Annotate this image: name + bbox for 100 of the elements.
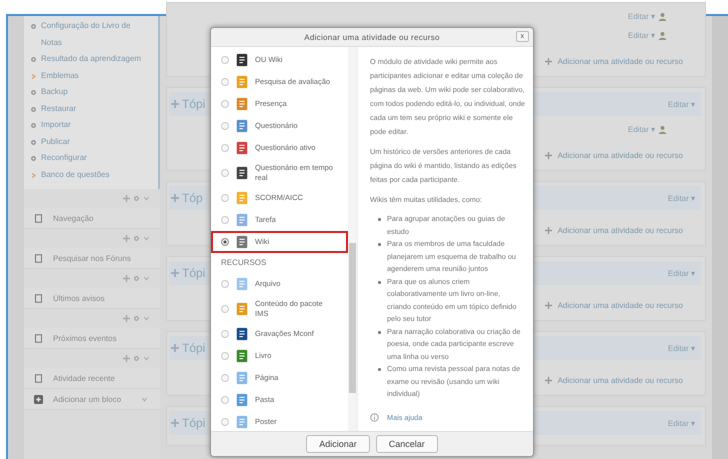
section-title: Tópi (182, 416, 206, 430)
radio-button[interactable] (221, 194, 229, 202)
move-icon[interactable] (123, 315, 130, 322)
module-icon (235, 75, 249, 89)
edit-menu-link[interactable]: Editar ▾ (628, 31, 655, 40)
gear-icon[interactable] (133, 355, 140, 362)
module-icon (235, 415, 249, 429)
radio-button[interactable] (221, 122, 229, 130)
radio-button[interactable] (221, 374, 229, 382)
gear-icon[interactable] (133, 315, 140, 322)
gear-icon (30, 89, 37, 96)
add-activity-link[interactable]: Adicionar uma atividade ou recurso (558, 151, 683, 160)
caret-icon[interactable] (143, 235, 150, 242)
move-icon[interactable] (171, 100, 179, 108)
edit-menu-link[interactable]: Editar ▾ (668, 268, 695, 278)
radio-button[interactable] (221, 169, 229, 177)
radio-button[interactable] (221, 352, 229, 360)
move-icon[interactable] (171, 419, 179, 427)
person-icon[interactable] (658, 31, 667, 40)
radio-button[interactable] (221, 305, 229, 313)
edit-menu-link[interactable]: Editar ▾ (628, 12, 655, 21)
module-icon (235, 191, 249, 205)
scrollbar[interactable] (348, 47, 357, 431)
radio-button[interactable] (221, 216, 229, 224)
module-icon (235, 302, 249, 316)
settings-link[interactable]: Resultado da aprendizagem (41, 51, 151, 68)
radio-button[interactable] (221, 78, 229, 86)
gear-icon (30, 23, 37, 30)
plus-icon (544, 58, 552, 65)
edit-menu-link[interactable]: Editar ▾ (668, 194, 695, 202)
caret-icon[interactable] (143, 275, 150, 282)
radio-button[interactable] (221, 144, 229, 152)
move-icon[interactable] (123, 355, 130, 362)
add-activity-link[interactable]: Adicionar uma atividade ou recurso (558, 226, 683, 235)
move-icon[interactable] (171, 194, 179, 202)
settings-link[interactable]: Restaurar (41, 100, 151, 117)
module-icon (235, 53, 249, 67)
gear-icon (30, 106, 37, 112)
section-title: Tóp (182, 191, 203, 205)
radio-button[interactable] (221, 396, 229, 404)
gear-icon (30, 122, 37, 129)
settings-link[interactable]: Configuração do Livro de Notas (41, 18, 151, 51)
bullet-icon (378, 330, 381, 334)
radio-button[interactable] (221, 418, 229, 426)
plus-square-icon (34, 394, 43, 404)
plus-icon (544, 227, 552, 234)
move-icon[interactable] (123, 235, 130, 242)
add-activity-link[interactable]: Adicionar uma atividade ou recurso (558, 376, 683, 385)
radio-button[interactable] (221, 330, 229, 338)
plus-icon (544, 377, 552, 384)
settings-link[interactable]: Backup (41, 84, 151, 100)
gear-icon[interactable] (133, 235, 140, 242)
bullet-icon (378, 368, 381, 371)
block-icon (34, 294, 43, 302)
module-icon (235, 213, 249, 227)
gear-icon[interactable] (133, 195, 140, 202)
radio-button[interactable] (221, 238, 229, 246)
module-icon (235, 327, 249, 341)
edit-menu-link[interactable]: Editar ▾ (668, 100, 695, 108)
settings-link[interactable]: Reconfigurar (41, 150, 151, 166)
settings-link[interactable]: Banco de questões (41, 166, 151, 183)
gear-icon (30, 138, 37, 146)
gear-icon (30, 155, 37, 162)
cancel-button[interactable]: Cancelar (376, 435, 438, 453)
settings-link[interactable]: Emblemas (41, 68, 151, 84)
person-icon[interactable] (658, 12, 667, 21)
radio-button[interactable] (221, 56, 229, 64)
radio-button[interactable] (221, 280, 229, 288)
section-title: Tópi (182, 341, 206, 355)
settings-link[interactable]: Publicar (41, 134, 151, 150)
block-icon (34, 254, 43, 262)
person-icon[interactable] (658, 125, 667, 134)
dialog-title: Adicionar uma atividade ou recurso (304, 32, 440, 42)
caret-icon[interactable] (143, 195, 150, 202)
move-icon[interactable] (171, 344, 179, 352)
bullet-icon (378, 243, 381, 246)
radio-button[interactable] (221, 100, 229, 108)
module-icon (235, 235, 249, 249)
gear-icon[interactable] (133, 275, 140, 282)
bullet-icon (378, 280, 381, 284)
module-icon (235, 371, 249, 385)
caret-icon[interactable] (143, 315, 150, 322)
section-title: Tópi (182, 266, 206, 280)
plus-icon (544, 302, 552, 309)
add-activity-link[interactable]: Adicionar uma atividade ou recurso (558, 57, 683, 66)
move-icon[interactable] (123, 275, 130, 282)
move-icon[interactable] (123, 195, 130, 202)
add-activity-link[interactable]: Adicionar uma atividade ou recurso (558, 301, 683, 310)
caret-icon[interactable] (143, 355, 150, 362)
module-icon (235, 166, 249, 180)
gear-icon (30, 56, 37, 63)
module-icon (235, 97, 249, 111)
settings-link[interactable]: Importar (41, 117, 151, 134)
add-button[interactable]: Adicionar (306, 435, 370, 453)
edit-menu-link[interactable]: Editar ▾ (668, 418, 695, 428)
edit-menu-link[interactable]: Editar ▾ (628, 125, 655, 134)
edit-menu-link[interactable]: Editar ▾ (668, 344, 695, 352)
move-icon[interactable] (171, 269, 179, 277)
module-icon (235, 349, 249, 363)
info-icon (370, 413, 379, 422)
